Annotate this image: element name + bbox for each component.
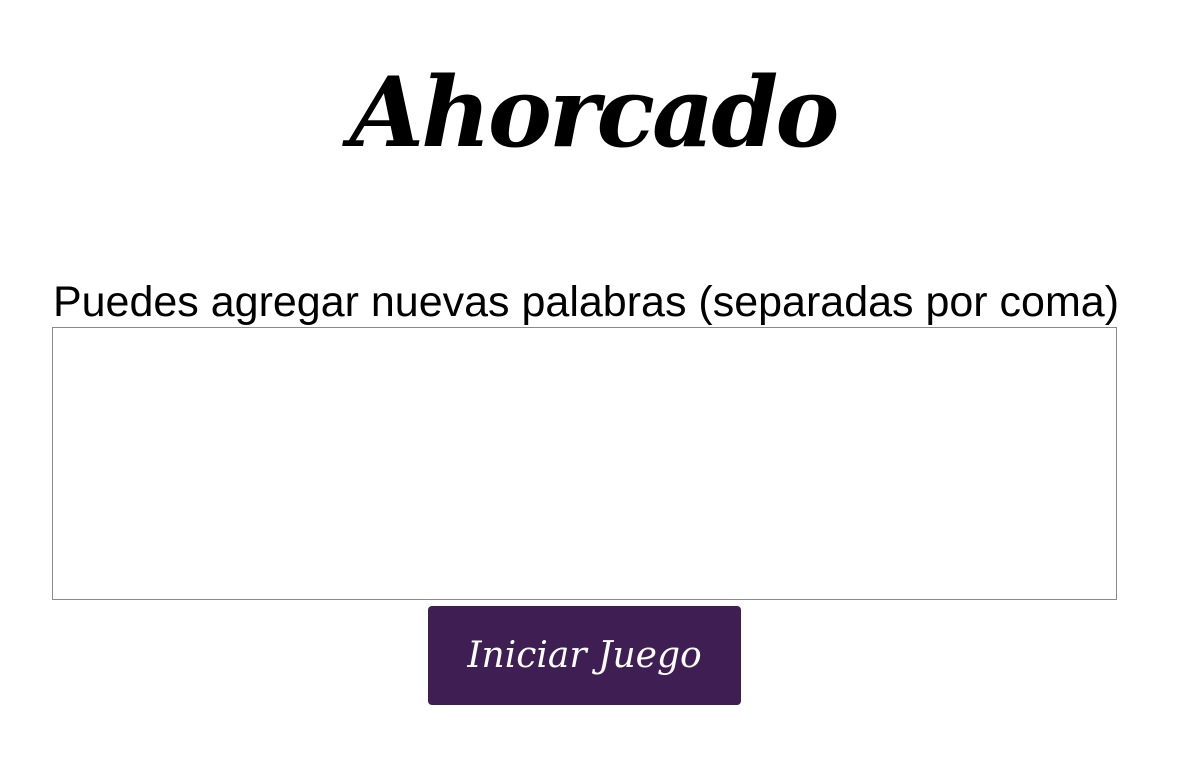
game-title: Ahorcado — [349, 56, 840, 169]
new-words-label: Puedes agregar nuevas palabras (separada… — [52, 278, 1120, 326]
page: Ahorcado Puedes agregar nuevas palabras … — [0, 0, 1186, 757]
start-game-button[interactable]: Iniciar Juego — [428, 606, 741, 705]
new-words-textarea[interactable] — [52, 327, 1117, 600]
